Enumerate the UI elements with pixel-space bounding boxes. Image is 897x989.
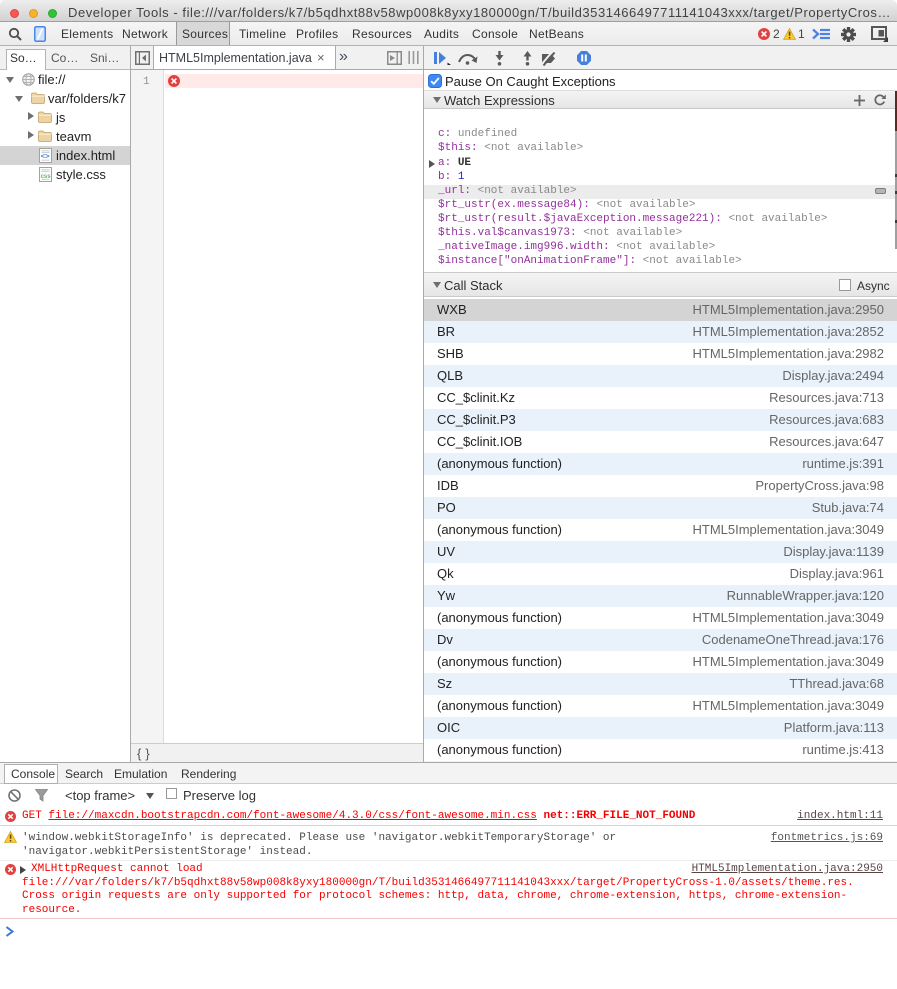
svg-text:css: css bbox=[41, 174, 52, 180]
svg-text:<>: <> bbox=[41, 152, 50, 161]
